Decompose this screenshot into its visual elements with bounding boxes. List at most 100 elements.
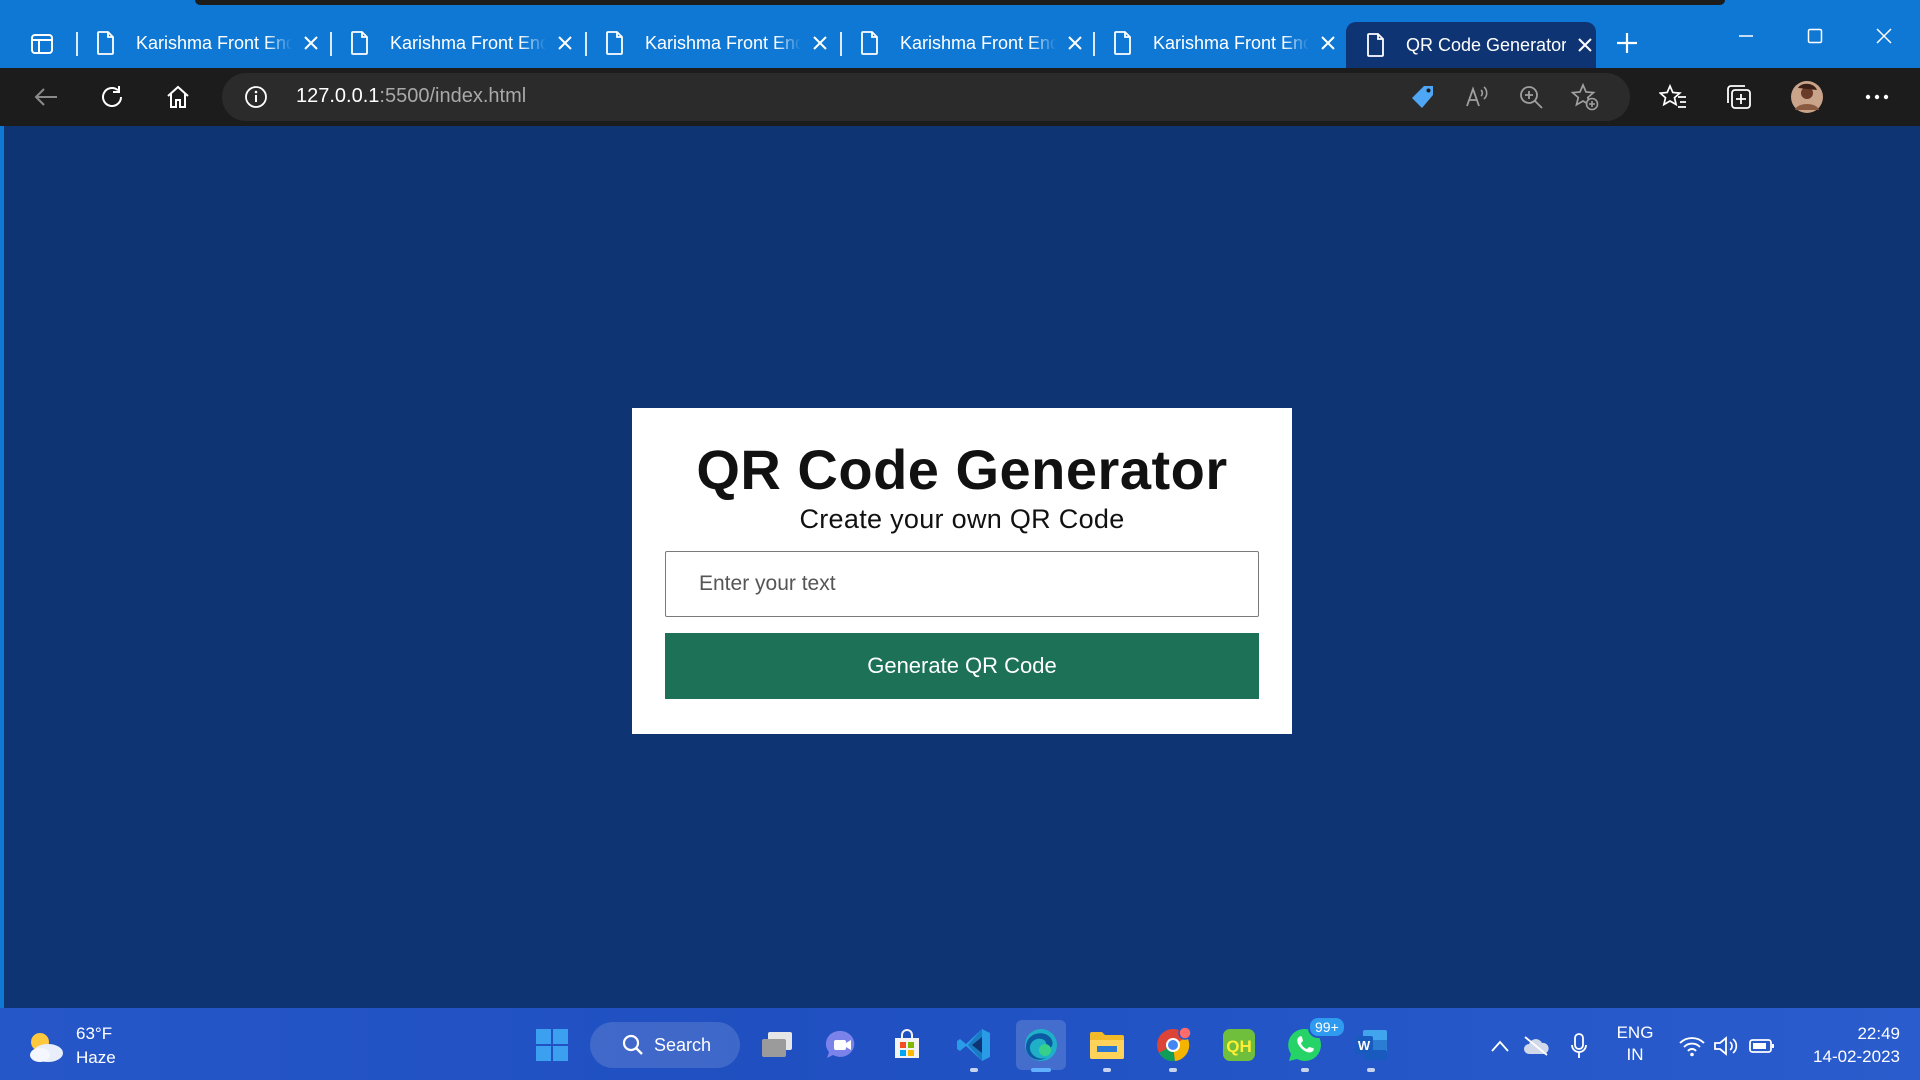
battery-tray-icon[interactable] [1748, 1032, 1776, 1060]
shield-app-icon: QH [1223, 1029, 1255, 1061]
collections-icon [1727, 85, 1751, 109]
close-icon [1876, 28, 1892, 44]
running-indicator [1103, 1068, 1111, 1072]
tab-title: Karishma Front End [900, 32, 1056, 54]
maximize-button[interactable] [1797, 18, 1833, 54]
chevron-up-icon [1491, 1040, 1509, 1052]
notification-badge: 99+ [1308, 1016, 1346, 1038]
task-view-icon [762, 1032, 792, 1057]
microphone-icon [1571, 1033, 1587, 1058]
show-hidden-icons-button[interactable] [1486, 1032, 1514, 1060]
tab-5[interactable]: Karishma Front End [1093, 22, 1339, 64]
speaker-icon [1714, 1036, 1738, 1056]
tab-4[interactable]: Karishma Front End [840, 22, 1086, 64]
vscode-button[interactable] [949, 1020, 999, 1072]
close-window-button[interactable] [1866, 18, 1902, 54]
edge-button[interactable] [1016, 1020, 1066, 1072]
page-icon [351, 31, 368, 55]
microsoft-store-button[interactable] [882, 1020, 932, 1070]
settings-menu-button[interactable] [1857, 77, 1897, 117]
tab-title: Karishma Front End [1153, 32, 1309, 54]
svg-text:W: W [1358, 1038, 1371, 1053]
page-icon [97, 31, 114, 55]
tab-actions-icon [31, 34, 53, 54]
tab-1[interactable]: Karishma Front End [76, 22, 322, 64]
refresh-button[interactable] [92, 77, 132, 117]
add-favorite-button[interactable] [1570, 82, 1600, 112]
word-button[interactable]: W [1346, 1020, 1396, 1072]
search-label: Search [654, 1034, 712, 1055]
whatsapp-button[interactable]: 99+ [1280, 1016, 1346, 1072]
clock-date: 14-02-2023 [1813, 1047, 1900, 1066]
weather-temperature: 63°F [76, 1024, 113, 1043]
back-arrow-icon [34, 88, 57, 106]
weather-condition: Haze [76, 1048, 116, 1067]
window-top-strip [195, 0, 1725, 5]
home-button[interactable] [158, 77, 198, 117]
zoom-button[interactable] [1516, 82, 1546, 112]
tab-title: QR Code Generator [1406, 34, 1566, 55]
cloud-offline-icon [1524, 1036, 1549, 1056]
page-icon [1114, 31, 1131, 55]
star-add-icon [1571, 83, 1599, 111]
generate-qr-code-button[interactable]: Generate QR Code [665, 633, 1259, 699]
close-tab-icon[interactable] [554, 32, 576, 54]
close-tab-icon[interactable] [809, 32, 831, 54]
shopping-tag-button[interactable] [1408, 82, 1438, 112]
site-info-icon[interactable] [244, 85, 268, 109]
onedrive-tray-icon[interactable] [1522, 1032, 1550, 1060]
page-title: QR Code Generator [696, 438, 1228, 501]
qr-text-input[interactable] [665, 551, 1259, 617]
favorites-button[interactable] [1653, 77, 1693, 117]
system-clock[interactable]: 22:49 14-02-2023 [1790, 1022, 1900, 1068]
plus-icon [1617, 33, 1637, 53]
home-icon [167, 85, 189, 108]
url-host: 127.0.0.1 [296, 85, 380, 107]
running-indicator [1301, 1068, 1309, 1072]
tab-active-qr-code-generator[interactable]: QR Code Generator [1346, 22, 1596, 68]
taskbar-search[interactable]: Search [590, 1022, 740, 1068]
language-code: ENG [1616, 1023, 1654, 1042]
microphone-tray-icon[interactable] [1565, 1032, 1593, 1060]
svg-text:QH: QH [1226, 1037, 1252, 1056]
start-button[interactable] [527, 1020, 577, 1070]
wifi-icon [1679, 1037, 1705, 1057]
back-button[interactable] [26, 77, 66, 117]
weather-widget[interactable]: 63°F Haze [24, 1022, 204, 1070]
read-aloud-button[interactable] [1462, 82, 1492, 112]
close-tab-icon[interactable] [1064, 32, 1086, 54]
quick-heal-button[interactable]: QH [1214, 1020, 1264, 1070]
favorites-icon [1659, 84, 1686, 108]
input-language-indicator[interactable]: ENG IN [1612, 1022, 1658, 1066]
wifi-tray-icon[interactable] [1678, 1032, 1706, 1060]
folder-icon [1090, 1032, 1124, 1059]
url-path: :5500/index.html [379, 85, 527, 107]
tab-2[interactable]: Karishma Front End [330, 22, 576, 64]
address-bar[interactable]: 127.0.0.1:5500/index.html [222, 73, 1630, 121]
running-indicator [1169, 1068, 1177, 1072]
volume-tray-icon[interactable] [1712, 1032, 1740, 1060]
store-icon [895, 1029, 919, 1058]
minimize-icon [1739, 35, 1753, 37]
page-icon [1367, 33, 1384, 57]
word-icon: W [1355, 1030, 1387, 1060]
collections-button[interactable] [1719, 77, 1759, 117]
search-icon [622, 1034, 643, 1055]
url-text[interactable]: 127.0.0.1:5500/index.html [296, 85, 526, 108]
read-aloud-icon [1466, 86, 1488, 107]
zoom-in-icon [1520, 86, 1543, 109]
tab-actions-button[interactable] [22, 28, 62, 60]
close-tab-icon[interactable] [1317, 32, 1339, 54]
profile-button[interactable] [1787, 77, 1827, 117]
maximize-icon [1807, 28, 1823, 44]
task-view-button[interactable] [752, 1020, 802, 1070]
file-explorer-button[interactable] [1082, 1020, 1132, 1072]
minimize-button[interactable] [1728, 18, 1764, 54]
tab-3[interactable]: Karishma Front End [585, 22, 831, 64]
new-tab-button[interactable] [1612, 28, 1642, 58]
teams-chat-button[interactable] [817, 1020, 867, 1070]
close-tab-icon[interactable] [300, 32, 322, 54]
chrome-button[interactable] [1148, 1020, 1198, 1072]
close-tab-icon[interactable] [1574, 34, 1596, 56]
teams-chat-icon [825, 1030, 855, 1058]
